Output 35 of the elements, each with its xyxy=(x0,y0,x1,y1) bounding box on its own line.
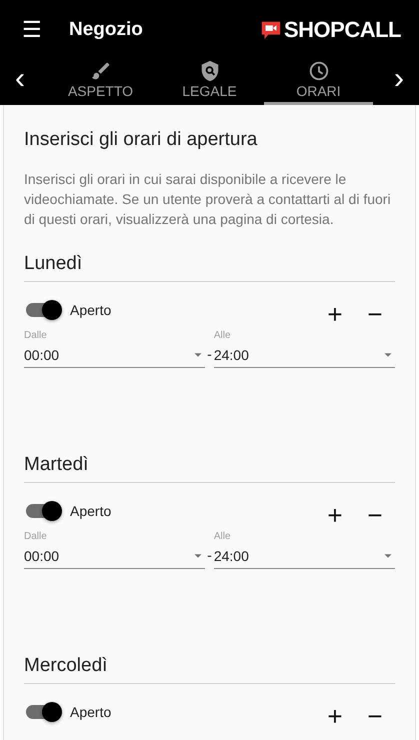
separator-text: - xyxy=(207,346,212,362)
toggle-label: Aperto xyxy=(70,503,112,519)
remove-button[interactable]: − xyxy=(355,298,395,330)
toggle-switch[interactable] xyxy=(26,705,60,719)
remove-button[interactable]: − xyxy=(355,700,395,732)
day-heading: Lunedì xyxy=(24,253,395,282)
add-button[interactable]: + xyxy=(315,298,355,330)
app-title: Negozio xyxy=(69,19,144,41)
menu-button[interactable]: ☰ xyxy=(22,17,54,43)
tab[interactable]: ASPETTO xyxy=(46,60,155,105)
section-title: Inserisci gli orari di apertura xyxy=(24,129,258,151)
add-button[interactable]: + xyxy=(315,500,355,530)
toggle-switch[interactable] xyxy=(26,504,60,518)
add-button[interactable]: + xyxy=(315,700,355,732)
tab[interactable]: LEGALE xyxy=(155,60,264,105)
field-label: Dalle xyxy=(24,531,48,542)
field-label: Alle xyxy=(214,330,232,341)
time-dropdown[interactable]: 24:00 xyxy=(214,347,396,368)
logo-text: SHOPCALL xyxy=(284,17,401,43)
field-label: Dalle xyxy=(24,330,48,341)
separator-text: - xyxy=(207,547,212,563)
toggle-label: Aperto xyxy=(70,704,112,720)
previous-tab-button[interactable]: ‹ xyxy=(0,60,40,105)
next-tab-button[interactable]: › xyxy=(379,60,419,105)
field-label: Alle xyxy=(214,531,232,542)
time-dropdown[interactable]: 24:00 xyxy=(214,548,396,569)
video-chat-icon xyxy=(260,19,282,41)
description-text: Inserisci gli orari in cui sarai disponibile a ricevere le videochiamate. Se un utente proverà a contattarti al di fuori di questi orari, visualizzerà una pagina di cortesia. xyxy=(24,170,392,229)
toggle-switch[interactable] xyxy=(26,303,60,317)
day-heading: Mercoledì xyxy=(24,655,395,684)
time-dropdown[interactable]: 00:00 xyxy=(24,548,206,569)
day-heading: Martedì xyxy=(24,454,395,483)
remove-button[interactable]: − xyxy=(355,500,395,530)
toggle-label: Aperto xyxy=(70,302,112,318)
time-dropdown[interactable]: 00:00 xyxy=(24,347,206,368)
